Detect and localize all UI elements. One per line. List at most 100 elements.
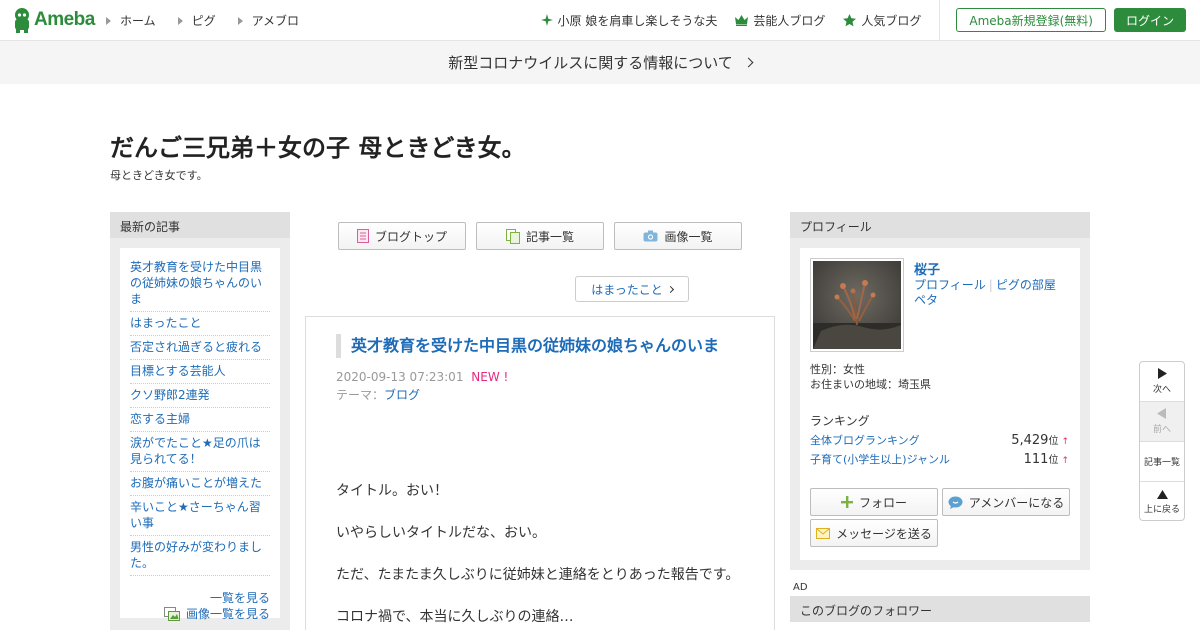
header-link-popular[interactable]: 人気ブログ: [843, 12, 921, 29]
recent-article-link[interactable]: 辛いこと★さーちゃん習い事: [130, 496, 270, 536]
profile-info: 性別：女性 お住まいの地域：埼玉県: [810, 362, 931, 392]
nav-home[interactable]: ホーム: [106, 12, 156, 29]
profile-name[interactable]: 桜子: [914, 259, 940, 278]
envelope-icon: [816, 527, 831, 539]
recent-article-link[interactable]: はまったこと: [130, 312, 270, 336]
entry-paragraph: ただ、たまたま久しぶりに従姉妹と連絡をとりあった報告です。: [336, 567, 740, 583]
next-article-button[interactable]: 次へ: [1140, 362, 1184, 402]
star-icon: [843, 13, 857, 27]
article-list-button[interactable]: 記事一覧: [1140, 442, 1184, 482]
ranking-genre-value: 111位 ↑: [1024, 451, 1069, 467]
header-link-popular-label: 人気ブログ: [861, 13, 922, 28]
prev-label: 前へ: [1152, 425, 1171, 435]
ameba-mascot-icon: [12, 7, 32, 33]
chevron-right-icon: [666, 285, 674, 293]
prev-article-button[interactable]: 前へ: [1140, 402, 1184, 442]
tab-image-list-label: 画像一覧: [664, 229, 713, 244]
blog-tabs: ブログトップ 記事一覧 画像一覧: [338, 222, 742, 250]
chat-bubble-icon: [948, 496, 963, 509]
profile-links: プロフィール | ピグの部屋 ペタ: [914, 278, 1074, 308]
triangle-right-icon: [237, 16, 243, 25]
header-divider: [939, 0, 941, 40]
triangle-right-icon: [106, 16, 111, 25]
theme-nav-pill[interactable]: はまったこと: [575, 276, 689, 302]
recent-articles-panel: 最新の記事 英才教育を受けた中目黒の従姉妹の娘ちゃんのいま はまったこと 否定さ…: [110, 212, 290, 630]
camera-icon: [643, 230, 658, 242]
crown-icon: [735, 14, 749, 26]
send-message-button[interactable]: メッセージを送る: [810, 519, 938, 547]
recent-article-link[interactable]: 恋する主婦: [130, 408, 270, 432]
header-link-trending[interactable]: 小原 娘を肩車し楽しそうな夫: [540, 12, 717, 29]
recent-article-link[interactable]: クソ野郎2連発: [130, 384, 270, 408]
new-badge: NEW !: [471, 370, 509, 384]
header-nav: ホーム ピグ アメブロ: [106, 12, 321, 29]
next-label: 次へ: [1152, 385, 1171, 395]
ameba-logo[interactable]: Ameba: [12, 7, 95, 33]
sparkle-icon: [540, 14, 553, 26]
tab-article-list[interactable]: 記事一覧: [476, 222, 604, 250]
recent-article-link[interactable]: 男性の好みが変わりました。: [130, 536, 270, 576]
nav-pigg[interactable]: ピグ: [177, 12, 216, 29]
register-button[interactable]: Ameba新規登録(無料): [956, 8, 1106, 32]
header-link-celebrity[interactable]: 芸能人ブログ: [735, 12, 825, 29]
nav-ameblo[interactable]: アメブロ: [237, 12, 299, 29]
triangle-up-icon: [1156, 489, 1168, 499]
send-message-label: メッセージを送る: [836, 526, 932, 541]
back-to-top-button[interactable]: 上に戻る: [1140, 482, 1184, 520]
nav-pigg-label: ピグ: [191, 14, 216, 28]
entry-theme-link[interactable]: ブログ: [384, 388, 420, 402]
entry-paragraph: いやらしいタイトルだな、おい。: [336, 525, 546, 541]
ranking-up-arrow-icon: ↑: [1061, 437, 1069, 447]
profile-photo-image: [813, 261, 901, 349]
ranking-up-arrow-icon: ↑: [1061, 456, 1069, 466]
see-images-link[interactable]: 画像一覧を見る: [130, 606, 270, 622]
profile-heading: プロフィール: [790, 212, 1090, 238]
global-header: Ameba ホーム ピグ アメブロ 小原 娘を肩車し楽しそうな夫 芸能人ブログ …: [0, 0, 1200, 41]
see-list-link[interactable]: 一覧を見る: [130, 590, 270, 606]
chevron-right-icon: [743, 57, 754, 68]
recent-article-link[interactable]: お腹が痛いことが増えた: [130, 472, 270, 496]
follow-label: フォロー: [858, 495, 907, 510]
recent-article-link[interactable]: 英才教育を受けた中目黒の従姉妹の娘ちゃんのいま: [130, 256, 270, 312]
triangle-right-icon: [177, 16, 183, 25]
covid-notice-banner[interactable]: 新型コロナウイルスに関する情報について: [0, 41, 1200, 84]
ranking-row: 子育て(小学生以上)ジャンル 111位 ↑: [810, 451, 1069, 467]
tab-blog-top[interactable]: ブログトップ: [338, 222, 466, 250]
profile-location: お住まいの地域：埼玉県: [810, 378, 931, 391]
profile-link[interactable]: プロフィール: [914, 278, 986, 292]
tab-image-list[interactable]: 画像一覧: [614, 222, 742, 250]
login-button[interactable]: ログイン: [1113, 8, 1186, 32]
document-icon: [356, 229, 369, 243]
ranking-genre-link[interactable]: 子育て(小学生以上)ジャンル: [810, 451, 950, 467]
recent-articles-heading: 最新の記事: [110, 212, 290, 238]
recent-article-link[interactable]: 目標とする芸能人: [130, 360, 270, 384]
see-images-label: 画像一覧を見る: [185, 607, 270, 621]
ranking-unit: 位: [1048, 455, 1059, 466]
recent-article-link[interactable]: 否定され過ぎると疲れる: [130, 336, 270, 360]
floating-nav: 次へ 前へ 記事一覧 上に戻る: [1139, 361, 1185, 521]
ranking-overall-link[interactable]: 全体ブログランキング: [810, 432, 920, 448]
recent-articles-list: 英才教育を受けた中目黒の従姉妹の娘ちゃんのいま はまったこと 否定され過ぎると疲…: [120, 248, 280, 621]
play-left-icon: [1157, 408, 1167, 419]
ranking-row: 全体ブログランキング 5,429位 ↑: [810, 432, 1069, 448]
entry-theme: テーマ：ブログ: [336, 386, 420, 403]
theme-nav-label: はまったこと: [591, 282, 663, 297]
follow-button[interactable]: フォロー: [810, 488, 938, 516]
blog-entry: 英才教育を受けた中目黒の従姉妹の娘ちゃんのいま 2020-09-13 07:23…: [305, 316, 775, 630]
amember-label: アメンバーになる: [968, 495, 1065, 510]
article-list-label: 記事一覧: [1143, 458, 1180, 468]
recent-article-link[interactable]: 涙がでたこと★足の爪は見られてる！: [130, 432, 270, 472]
header-link-celebrity-label: 芸能人ブログ: [753, 13, 826, 28]
link-separator: |: [988, 278, 993, 292]
profile-photo[interactable]: [810, 258, 904, 352]
tab-article-list-label: 記事一覧: [525, 229, 574, 244]
ranking-overall-value: 5,429位 ↑: [1011, 432, 1069, 448]
recent-articles-footer: 一覧を見る 画像一覧を見る: [130, 590, 270, 622]
entry-title[interactable]: 英才教育を受けた中目黒の従姉妹の娘ちゃんのいま: [336, 334, 719, 358]
ad-label: AD: [793, 582, 808, 593]
amember-button[interactable]: アメンバーになる: [942, 488, 1070, 516]
pig-room-link[interactable]: ピグの部屋: [996, 278, 1056, 292]
peta-link[interactable]: ペタ: [914, 293, 938, 307]
profile-panel: プロフィール 桜子 プロフィール | ピグの部屋 ペタ 性別：女性 お住まいの地…: [790, 212, 1090, 570]
blog-title[interactable]: だんご三兄弟＋女の子 母ときどき女。: [110, 128, 526, 163]
